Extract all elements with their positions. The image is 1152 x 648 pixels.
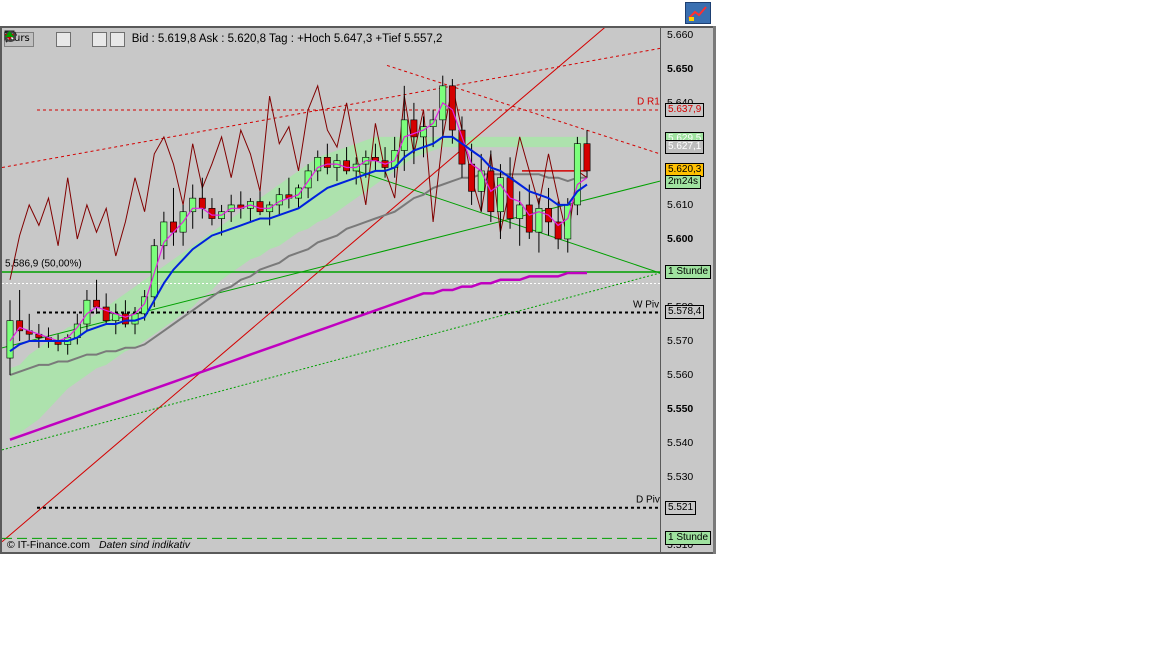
window-edge <box>713 26 716 554</box>
pivot-label-2: D Piv <box>636 494 660 506</box>
price-tag: 5.627,1 <box>665 139 705 154</box>
disclaimer-text: Daten sind indikativ <box>98 539 190 551</box>
price-tag: 1 Stunde <box>665 264 712 279</box>
wrench-icon[interactable] <box>5 31 53 47</box>
window-icon[interactable] <box>4 30 71 47</box>
candle-body <box>198 197 206 209</box>
price-chart <box>2 28 660 543</box>
pivot-label-1: W Piv <box>633 299 660 311</box>
chart-footer: © IT-Finance.com Daten sind indikativ <box>7 539 190 551</box>
quote-text: Bid : 5.619,8 Ask : 5.620,8 Tag : +Hoch … <box>131 33 443 45</box>
candle-body <box>323 156 331 168</box>
buy-arrow-icon[interactable] <box>5 31 125 47</box>
axis-label: 5.600 <box>667 232 694 245</box>
candle-body <box>256 201 264 213</box>
fib-label: 5.586,9 (50,00%) <box>5 258 82 270</box>
candle-body <box>468 163 476 192</box>
price-tag: 5.637,9 <box>665 103 705 117</box>
candle-body <box>121 313 129 325</box>
trading-app: Kurs Bid : 5.619,8 Ask : 5.620,8 Tag : +… <box>0 0 716 554</box>
axis-label: 5.660 <box>667 28 694 41</box>
copyright-text: © IT-Finance.com <box>7 539 91 551</box>
price-tag: 2m24s <box>665 174 702 189</box>
candle-body <box>497 177 504 213</box>
pivot-label-0: D R1 <box>637 96 660 108</box>
candle-body <box>400 119 408 151</box>
candle-body <box>189 197 197 213</box>
candle-body <box>295 187 302 199</box>
candle-body <box>16 320 24 332</box>
chart-window: Kurs Bid : 5.619,8 Ask : 5.620,8 Tag : +… <box>0 26 716 554</box>
trendline-red-steep <box>2 28 605 543</box>
chart-arrow-icon <box>688 6 707 21</box>
top-bar <box>0 0 716 26</box>
price-tag: 5.521 <box>665 500 697 515</box>
candle-body <box>93 299 100 308</box>
trendline-red-channel <box>2 47 660 168</box>
axis-label: 5.550 <box>667 403 694 416</box>
candle-body <box>6 320 14 359</box>
axis-label: 5.610 <box>667 198 694 211</box>
candle-body <box>343 160 351 172</box>
candle-body <box>314 156 322 172</box>
candle-body <box>525 204 533 233</box>
candle-body <box>304 170 312 189</box>
axis-label: 5.560 <box>667 369 694 382</box>
price-axis[interactable]: 5.6605.6505.6405.6305.6205.6105.6005.590… <box>661 28 713 552</box>
candle-body <box>583 143 591 172</box>
chart-plot-area[interactable]: Kurs Bid : 5.619,8 Ask : 5.620,8 Tag : +… <box>2 28 660 552</box>
axis-label: 5.540 <box>667 437 694 450</box>
sell-arrow-icon[interactable] <box>5 31 107 47</box>
candle-body <box>516 204 524 219</box>
price-tag: 1 Stunde <box>665 531 712 546</box>
candle-body <box>477 170 485 192</box>
chart-toolbar: Kurs Bid : 5.619,8 Ask : 5.620,8 Tag : +… <box>4 30 442 48</box>
axis-label: 5.570 <box>667 335 694 348</box>
axis-label: 5.650 <box>667 62 694 75</box>
axis-label: 5.530 <box>667 471 694 484</box>
close-icon[interactable] <box>5 31 89 47</box>
price-tag: 5.578,4 <box>665 305 705 320</box>
app-corner-icon[interactable] <box>685 2 711 24</box>
